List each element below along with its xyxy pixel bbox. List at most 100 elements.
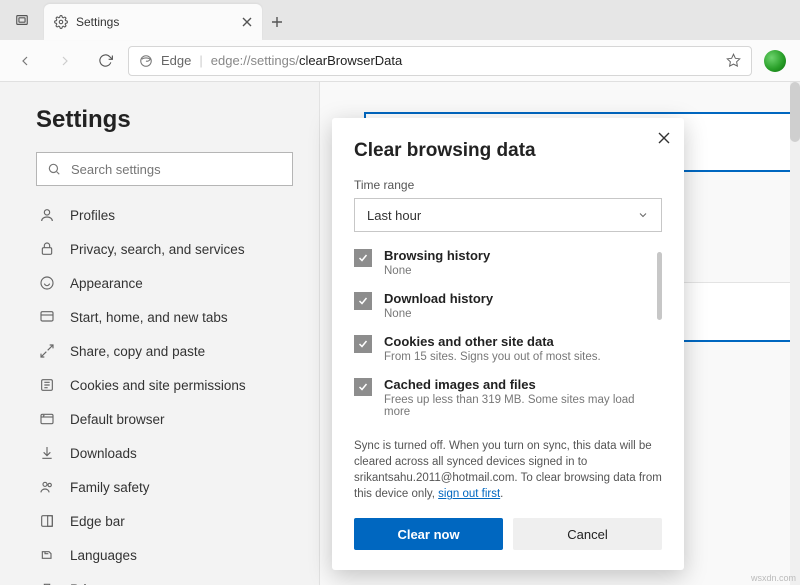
search-icon <box>47 162 61 176</box>
arrow-right-icon <box>57 53 73 69</box>
clear-now-button[interactable]: Clear now <box>354 518 503 550</box>
main-scrollbar-track[interactable] <box>790 82 800 585</box>
nav-icon <box>38 479 56 495</box>
sidebar-item[interactable]: Start, home, and new tabs <box>36 300 293 334</box>
nav-icon <box>38 377 56 393</box>
nav-icon <box>38 343 56 359</box>
close-icon <box>242 17 252 27</box>
sidebar-item[interactable]: Appearance <box>36 266 293 300</box>
new-tab-button[interactable] <box>262 4 292 40</box>
gear-icon <box>54 15 68 29</box>
checkmark-icon <box>357 295 369 307</box>
checkmark-icon <box>357 252 369 264</box>
close-icon <box>658 132 670 144</box>
sign-out-link[interactable]: sign out first <box>438 488 500 500</box>
dialog-close-button[interactable] <box>658 132 670 144</box>
data-type-title: Cookies and other site data <box>384 334 601 349</box>
checkbox[interactable] <box>354 292 372 310</box>
checklist-scrollbar-thumb[interactable] <box>657 252 662 320</box>
sidebar-item-label: Edge bar <box>70 514 125 529</box>
sidebar-item[interactable]: Languages <box>36 538 293 572</box>
browser-tab[interactable]: Settings <box>44 4 262 40</box>
cancel-button[interactable]: Cancel <box>513 518 662 550</box>
checkbox[interactable] <box>354 249 372 267</box>
watermark: wsxdn.com <box>751 573 796 583</box>
sidebar-item[interactable]: Printers <box>36 572 293 585</box>
sidebar-item[interactable]: Family safety <box>36 470 293 504</box>
sidebar-item-label: Family safety <box>70 480 150 495</box>
sidebar-item-label: Share, copy and paste <box>70 344 205 359</box>
search-settings-input[interactable] <box>71 162 282 177</box>
nav-icon <box>38 513 56 529</box>
tab-close-button[interactable] <box>242 17 252 27</box>
nav-icon <box>38 207 56 223</box>
nav-icon <box>38 309 56 325</box>
profile-avatar-icon <box>764 50 786 72</box>
data-type-checklist: Browsing history None Download history None… <box>354 248 662 432</box>
data-type-row: Download history None <box>354 291 648 320</box>
clear-browsing-data-dialog: Clear browsing data Time range Last hour… <box>332 118 684 570</box>
plus-icon <box>271 16 283 28</box>
edge-logo-icon <box>139 54 153 68</box>
sidebar-item[interactable]: Share, copy and paste <box>36 334 293 368</box>
sidebar-item-label: Appearance <box>70 276 143 291</box>
tab-list-icon <box>15 13 29 27</box>
data-type-subtitle: From 15 sites. Signs you out of most sit… <box>384 351 601 363</box>
profile-button[interactable] <box>758 46 792 76</box>
sync-note: Sync is turned off. When you turn on syn… <box>354 438 662 502</box>
tab-title: Settings <box>76 15 242 29</box>
nav-icon <box>38 547 56 563</box>
sidebar-item-label: Languages <box>70 548 137 563</box>
address-separator: | <box>199 53 202 68</box>
arrow-left-icon <box>17 53 33 69</box>
sidebar-item-label: Printers <box>70 582 117 585</box>
sidebar-item[interactable]: Privacy, search, and services <box>36 232 293 266</box>
main-scrollbar-thumb[interactable] <box>790 82 800 142</box>
address-bar[interactable]: Edge | edge://settings/clearBrowserData <box>128 46 752 76</box>
sidebar-item-label: Cookies and site permissions <box>70 378 246 393</box>
sidebar-item-label: Start, home, and new tabs <box>70 310 228 325</box>
sidebar-item-label: Default browser <box>70 412 165 427</box>
time-range-select[interactable]: Last hour <box>354 198 662 232</box>
sidebar-item[interactable]: Default browser <box>36 402 293 436</box>
tab-list-button[interactable] <box>0 0 44 40</box>
data-type-row: Cookies and other site data From 15 sites… <box>354 334 648 363</box>
sidebar-item[interactable]: Downloads <box>36 436 293 470</box>
nav-icon <box>38 411 56 427</box>
data-type-row: Cached images and files Frees up less tha… <box>354 377 648 418</box>
sidebar-item-label: Profiles <box>70 208 115 223</box>
refresh-icon <box>98 53 113 68</box>
data-type-row: Browsing history None <box>354 248 648 277</box>
chevron-down-icon <box>637 209 649 221</box>
sidebar-item-label: Privacy, search, and services <box>70 242 245 257</box>
settings-sidebar: Settings Profiles Privacy, search, and se… <box>0 82 320 585</box>
data-type-subtitle: None <box>384 308 493 320</box>
data-type-title: Cached images and files <box>384 377 648 392</box>
data-type-title: Browsing history <box>384 248 490 263</box>
checkbox[interactable] <box>354 335 372 353</box>
nav-icon <box>38 241 56 257</box>
search-settings-box[interactable] <box>36 152 293 186</box>
nav-icon <box>38 445 56 461</box>
time-range-label: Time range <box>354 178 662 192</box>
data-type-title: Download history <box>384 291 493 306</box>
checkmark-icon <box>357 338 369 350</box>
sidebar-item[interactable]: Edge bar <box>36 504 293 538</box>
data-type-subtitle: None <box>384 265 490 277</box>
favorites-button[interactable] <box>726 53 741 68</box>
star-icon <box>726 53 741 68</box>
sidebar-item[interactable]: Cookies and site permissions <box>36 368 293 402</box>
back-button[interactable] <box>8 46 42 76</box>
forward-button[interactable] <box>48 46 82 76</box>
refresh-button[interactable] <box>88 46 122 76</box>
checkbox[interactable] <box>354 378 372 396</box>
address-url: edge://settings/clearBrowserData <box>211 53 403 68</box>
checkmark-icon <box>357 381 369 393</box>
nav-icon <box>38 275 56 291</box>
address-origin-label: Edge <box>161 53 191 68</box>
data-type-subtitle: Frees up less than 319 MB. Some sites ma… <box>384 394 648 418</box>
time-range-value: Last hour <box>367 208 421 223</box>
nav-icon <box>38 581 56 585</box>
sidebar-item[interactable]: Profiles <box>36 198 293 232</box>
page-title: Settings <box>36 106 293 134</box>
